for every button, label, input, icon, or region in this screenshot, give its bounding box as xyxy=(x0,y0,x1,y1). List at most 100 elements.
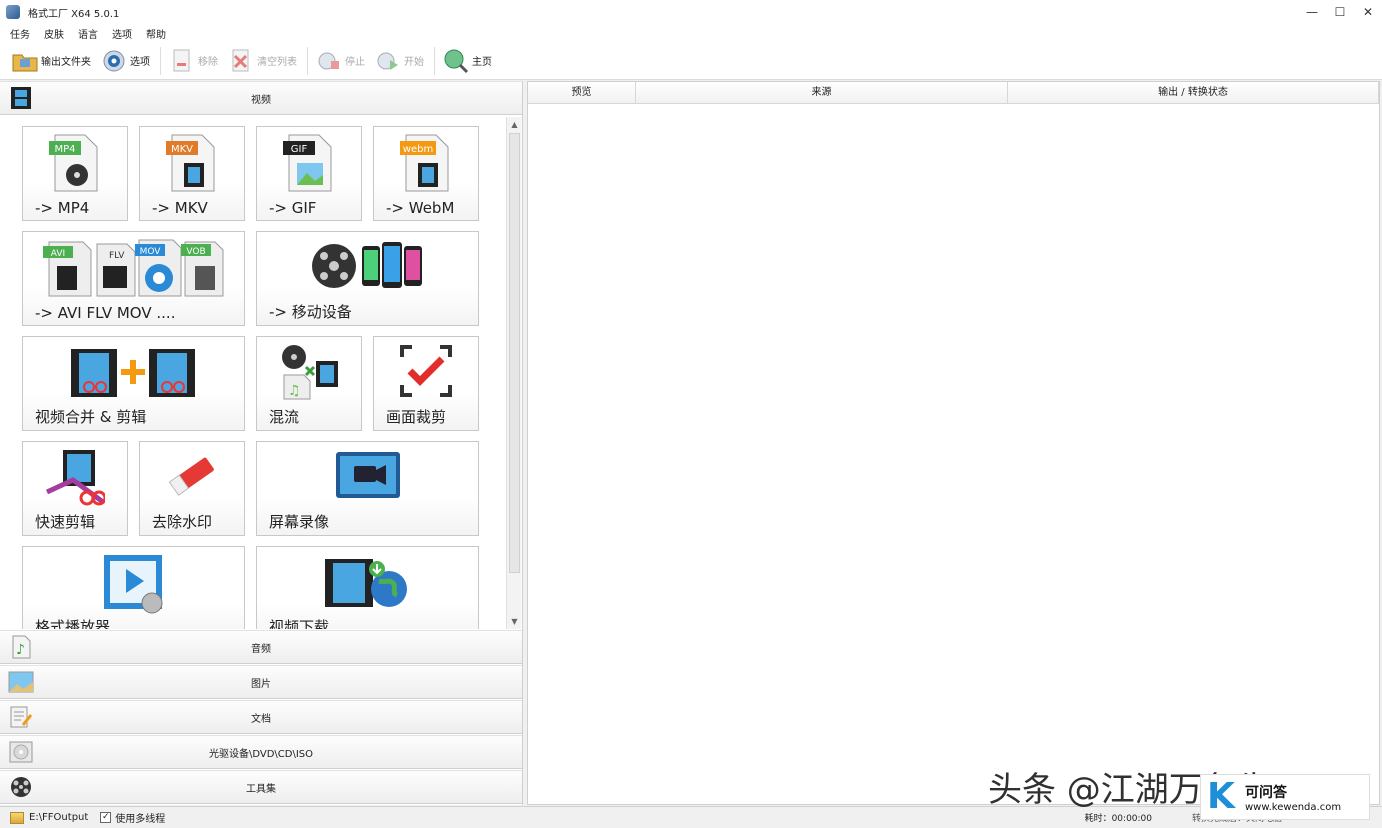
tile-video-merge-edit[interactable]: 视频合并 & 剪辑 xyxy=(22,336,245,431)
gear-icon xyxy=(101,48,127,74)
crop-check-icon xyxy=(398,343,454,402)
options-button[interactable]: 选项 xyxy=(101,46,150,76)
quick-cut-icon xyxy=(45,448,107,509)
document-remove-icon xyxy=(169,48,195,74)
app-icon xyxy=(6,5,20,19)
category-video[interactable]: 视频 xyxy=(0,81,522,115)
svg-text:MP4: MP4 xyxy=(54,144,75,155)
menu-language[interactable]: 语言 xyxy=(78,26,98,41)
mobile-devices-icon xyxy=(308,238,428,301)
tile-mux[interactable]: ♫ 混流 xyxy=(256,336,362,431)
scroll-up-icon[interactable]: ▲ xyxy=(507,117,522,132)
multithread-checkbox[interactable]: ✓ xyxy=(100,812,112,823)
player-icon xyxy=(102,553,166,618)
svg-text:MOV: MOV xyxy=(139,247,161,257)
film-strip-icon xyxy=(8,85,34,111)
play-icon xyxy=(375,48,401,74)
tile-screen-record[interactable]: 屏幕录像 xyxy=(256,441,479,536)
tile-to-avi-flv-mov[interactable]: AVI FLV MOV VOB -> AVI FLV MOV .... xyxy=(22,231,245,326)
start-button[interactable]: 开始 xyxy=(375,46,424,76)
category-disc[interactable]: 光驱设备\DVD\CD\ISO xyxy=(0,735,522,769)
minimize-button[interactable]: — xyxy=(1298,0,1326,24)
scroll-down-icon[interactable]: ▼ xyxy=(507,614,522,629)
gif-file-icon: GIF xyxy=(281,133,337,196)
stop-icon xyxy=(316,48,342,74)
column-output-status[interactable]: 输出 / 转换状态 xyxy=(1008,82,1379,104)
home-button[interactable]: 主页 xyxy=(443,46,492,76)
menu-help[interactable]: 帮助 xyxy=(146,26,166,41)
eraser-icon xyxy=(164,448,220,507)
music-note-icon: ♪ xyxy=(8,634,34,660)
toolbar-separator xyxy=(160,46,161,75)
column-preview[interactable]: 预览 xyxy=(528,82,636,104)
folder-icon xyxy=(12,48,38,74)
category-document[interactable]: 文档 xyxy=(0,700,522,734)
tile-to-mobile[interactable]: -> 移动设备 xyxy=(256,231,479,326)
multithread-label: 使用多线程 xyxy=(115,814,166,825)
svg-text:AVI: AVI xyxy=(50,249,64,259)
tile-to-gif[interactable]: GIF -> GIF xyxy=(256,126,362,221)
tools-reel-icon xyxy=(8,774,34,800)
video-download-icon xyxy=(323,553,413,614)
clear-x-icon xyxy=(228,48,254,74)
menu-bar: 任务 皮肤 语言 选项 帮助 xyxy=(0,24,1382,42)
close-button[interactable]: ✕ xyxy=(1354,0,1382,24)
globe-search-icon xyxy=(443,48,469,74)
column-source[interactable]: 来源 xyxy=(636,82,1008,104)
tile-remove-watermark[interactable]: 去除水印 xyxy=(139,441,245,536)
screen-camera-icon xyxy=(334,448,402,509)
svg-text:♪: ♪ xyxy=(16,642,25,658)
tile-to-webm[interactable]: webm -> WebM xyxy=(373,126,479,221)
category-audio[interactable]: ♪ 音频 xyxy=(0,630,522,664)
menu-task[interactable]: 任务 xyxy=(10,26,30,41)
mp4-file-icon: MP4 xyxy=(47,133,103,196)
category-picture[interactable]: 图片 xyxy=(0,665,522,699)
svg-text:♫: ♫ xyxy=(288,383,301,399)
toolbar-separator xyxy=(434,46,435,75)
svg-text:FLV: FLV xyxy=(109,251,125,261)
remove-button[interactable]: 移除 xyxy=(169,46,218,76)
clear-list-button[interactable]: 清空列表 xyxy=(228,46,297,76)
menu-options[interactable]: 选项 xyxy=(112,26,132,41)
tile-to-mkv[interactable]: MKV -> MKV xyxy=(139,126,245,221)
badge-title: 可问答 xyxy=(1245,784,1287,801)
tile-crop[interactable]: 画面裁剪 xyxy=(373,336,479,431)
output-folder-button[interactable]: 输出文件夹 xyxy=(12,46,91,76)
mux-icon: ♫ xyxy=(278,343,340,406)
menu-skin[interactable]: 皮肤 xyxy=(44,26,64,41)
svg-text:webm: webm xyxy=(403,144,433,155)
document-edit-icon xyxy=(8,704,34,730)
elapsed-time: 耗时：00:00:00 xyxy=(1084,814,1152,824)
window-controls: — ☐ ✕ xyxy=(1298,0,1382,24)
watermark-badge: K 可问答 www.kewenda.com xyxy=(1200,774,1370,820)
svg-text:GIF: GIF xyxy=(291,144,308,155)
tile-format-player[interactable]: 格式播放器 xyxy=(22,546,245,629)
stop-button[interactable]: 停止 xyxy=(316,46,365,76)
badge-logo: K xyxy=(1207,776,1235,817)
maximize-button[interactable]: ☐ xyxy=(1326,0,1354,24)
output-path[interactable]: E:\FFOutput xyxy=(29,812,88,823)
video-tools-grid: MP4 -> MP4 MKV -> MKV GIF -> GIF webm ->… xyxy=(0,115,506,629)
disc-drive-icon xyxy=(8,739,34,765)
scrollbar-thumb[interactable] xyxy=(509,133,520,573)
badge-url: www.kewenda.com xyxy=(1245,801,1342,813)
multi-format-icon: AVI FLV MOV VOB xyxy=(39,238,229,303)
output-folder-icon[interactable] xyxy=(10,811,24,824)
svg-text:VOB: VOB xyxy=(186,247,205,257)
svg-text:MKV: MKV xyxy=(171,144,193,155)
tile-to-mp4[interactable]: MP4 -> MP4 xyxy=(22,126,128,221)
mkv-file-icon: MKV xyxy=(164,133,220,196)
picture-icon xyxy=(8,669,34,695)
toolbar: 输出文件夹 选项 移除 清空列表 停止 开始 主页 xyxy=(0,42,1382,80)
video-merge-icon xyxy=(69,343,199,406)
toolbar-separator xyxy=(307,46,308,75)
category-tools[interactable]: 工具集 xyxy=(0,770,522,804)
webm-file-icon: webm xyxy=(398,133,454,196)
tile-video-download[interactable]: 视频下载 xyxy=(256,546,479,629)
tool-grid-scrollbar[interactable]: ▲ ▼ xyxy=(506,117,521,629)
task-list-header: 预览 来源 输出 / 转换状态 xyxy=(528,82,1379,104)
title-bar: 格式工厂 X64 5.0.1 — ☐ ✕ xyxy=(0,0,1382,24)
task-list[interactable]: 预览 来源 输出 / 转换状态 xyxy=(527,81,1380,805)
tile-quick-cut[interactable]: 快速剪辑 xyxy=(22,441,128,536)
window-title: 格式工厂 X64 5.0.1 xyxy=(28,8,120,20)
